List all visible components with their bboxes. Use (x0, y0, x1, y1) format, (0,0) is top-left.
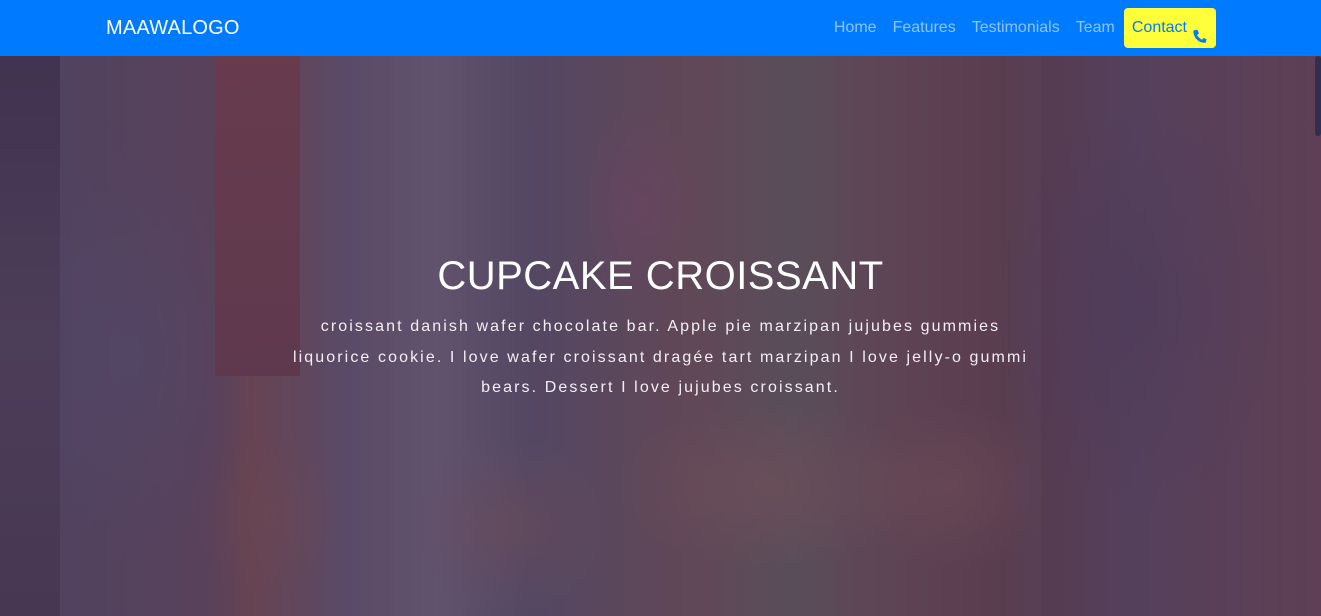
nav-link-team[interactable]: Team (1068, 8, 1123, 48)
brand-logo[interactable]: MAAWALOGO (106, 17, 240, 39)
hero-title: CUPCAKE CROISSANT (437, 254, 884, 298)
hero-description: croissant danish wafer chocolate bar. Ap… (292, 318, 1029, 396)
contact-button[interactable]: Contact (1123, 8, 1216, 48)
hero-section: CUPCAKE CROISSANT croissant danish wafer… (0, 56, 1321, 616)
page-scrollbar[interactable] (1315, 56, 1321, 136)
phone-icon (1192, 20, 1208, 43)
contact-button-label: Contact (1131, 19, 1187, 36)
nav-link-home[interactable]: Home (826, 8, 885, 48)
nav-link-features[interactable]: Features (885, 8, 964, 48)
top-navbar: MAAWALOGO Home Features Testimonials Tea… (0, 0, 1321, 56)
nav-link-testimonials[interactable]: Testimonials (964, 8, 1068, 48)
nav-links: Home Features Testimonials Team Contact (826, 8, 1216, 48)
hero-content: CUPCAKE CROISSANT croissant danish wafer… (0, 252, 1321, 404)
